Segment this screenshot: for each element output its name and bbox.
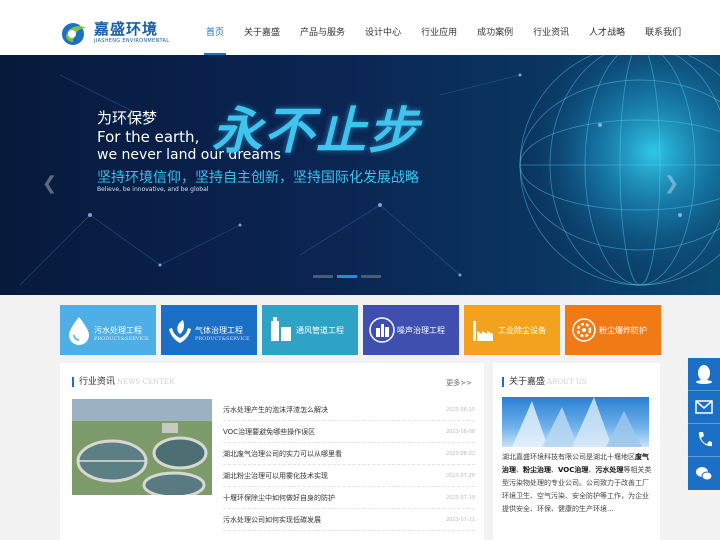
slide-indicators <box>313 275 385 278</box>
list-item[interactable]: 污水处理公司如何实现低碳发展 2023-07-11 <box>223 509 475 531</box>
service-card-wastewater[interactable]: 污水处理工程 PRODUCT&SERVICE <box>60 305 156 355</box>
nav-item-news[interactable]: 行业资讯 <box>523 0 579 55</box>
nav-item-contact[interactable]: 联系我们 <box>635 0 691 55</box>
water-drop-icon <box>69 317 89 345</box>
hero-banner[interactable]: 为环保梦 For the earth, we never land our dr… <box>0 55 720 295</box>
news-item-date: 2023-07-11 <box>445 516 475 523</box>
about-title-en: ABOUT US <box>547 378 587 386</box>
service-title: 粉尘爆炸防护 <box>599 326 647 335</box>
mail-icon[interactable] <box>688 391 720 424</box>
service-subtitle: PRODUCT&SERVICE <box>195 336 250 342</box>
news-title: 行业资讯 NEWS CENTER <box>72 377 174 387</box>
news-list: 污水处理产生的泡沫浮渣怎么解决 2023-08-15 VOC治理要避免哪些操作误区… <box>223 399 475 531</box>
nav-item-home[interactable]: 首页 <box>196 0 234 55</box>
nav-item-about[interactable]: 关于嘉盛 <box>234 0 290 55</box>
news-item-date: 2023-08-02 <box>445 450 475 457</box>
about-panel: 关于嘉盛 ABOUT US 湖北嘉盛环境科技有限公司是湖北十堰地区废气治理、粉尘治… <box>493 363 660 540</box>
logo[interactable]: 嘉盛环境 JIASHENG ENVIRONMENTAL <box>60 18 169 48</box>
banner-line-2: For the earth, <box>97 128 200 146</box>
news-item-date: 2023-08-15 <box>445 406 475 413</box>
chevron-left-icon[interactable]: ❮ <box>42 173 57 194</box>
list-item[interactable]: 湖北废气治理公司的实力可以从哪里看 2023-08-02 <box>223 443 475 465</box>
service-title: 气体治理工程 <box>195 326 243 335</box>
news-item-title[interactable]: 湖北粉尘治理可以用雾化技术实现 <box>223 471 328 481</box>
news-item-date: 2023-07-26 <box>445 472 475 479</box>
service-card-explosion[interactable]: 粉尘爆炸防护 <box>565 305 661 355</box>
logo-name-en: JIASHENG ENVIRONMENTAL <box>94 38 170 44</box>
nav-item-design[interactable]: 设计中心 <box>355 0 411 55</box>
wechat-icon[interactable] <box>688 457 720 490</box>
gear-icon <box>572 318 596 342</box>
qq-icon[interactable] <box>688 358 720 391</box>
slide-dot-2[interactable] <box>337 275 357 278</box>
news-item-title[interactable]: VOC治理要避免哪些操作误区 <box>223 427 315 437</box>
news-title-en: NEWS CENTER <box>117 378 175 386</box>
factory-icon <box>473 321 493 341</box>
duct-icon <box>271 317 291 341</box>
phone-icon[interactable] <box>688 424 720 457</box>
banner-line-1: 为环保梦 <box>97 109 158 127</box>
chevron-right-icon[interactable]: ❯ <box>664 173 679 194</box>
news-image[interactable] <box>72 399 212 495</box>
banner-subtitle: Believe, be innovative, and be global <box>97 186 209 193</box>
city-icon <box>369 317 395 343</box>
banner-slogan: 坚持环境信仰，坚持自主创新，坚持国际化发展战略 <box>97 170 419 186</box>
nav-item-industry[interactable]: 行业应用 <box>411 0 467 55</box>
service-card-duct[interactable]: 通风管道工程 <box>262 305 358 355</box>
floating-contact-bar <box>688 358 720 490</box>
nav-item-cases[interactable]: 成功案例 <box>467 0 523 55</box>
service-subtitle: PRODUCT&SERVICE <box>94 336 149 342</box>
service-title: 通风管道工程 <box>296 326 344 335</box>
service-card-dust[interactable]: 工业除尘设备 <box>464 305 560 355</box>
news-item-date: 2023-08-08 <box>445 428 475 435</box>
slide-dot-1[interactable] <box>313 275 333 278</box>
list-item[interactable]: VOC治理要避免哪些操作误区 2023-08-08 <box>223 421 475 443</box>
main-nav: 首页 关于嘉盛 产品与服务 设计中心 行业应用 成功案例 行业资讯 人才战略 联… <box>196 0 691 55</box>
list-item[interactable]: 污水处理产生的泡沫浮渣怎么解决 2023-08-15 <box>223 399 475 421</box>
news-more-link[interactable]: 更多>> <box>446 378 472 388</box>
news-item-title[interactable]: 湖北废气治理公司的实力可以从哪里看 <box>223 449 342 459</box>
about-title: 关于嘉盛 ABOUT US <box>502 377 587 387</box>
about-intro: 湖北嘉盛环境科技有限公司是湖北十堰地区废气治理、粉尘治理、VOC治理、污水处理等… <box>502 453 652 513</box>
nav-item-products[interactable]: 产品与服务 <box>290 0 355 55</box>
news-item-date: 2023-07-19 <box>445 494 475 501</box>
news-item-title[interactable]: 污水处理公司如何实现低碳发展 <box>223 515 321 525</box>
service-title: 噪声治理工程 <box>397 326 445 335</box>
service-title: 污水处理工程 <box>94 326 142 335</box>
news-item-title[interactable]: 污水处理产生的泡沫浮渣怎么解决 <box>223 405 328 415</box>
about-image[interactable] <box>502 397 649 447</box>
logo-mark-icon <box>60 18 90 48</box>
news-item-title[interactable]: 十堰环保除尘中如何做好自身的防护 <box>223 493 335 503</box>
nav-item-talent[interactable]: 人才战略 <box>579 0 635 55</box>
slide-dot-3[interactable] <box>361 275 381 278</box>
service-card-noise[interactable]: 噪声治理工程 <box>363 305 459 355</box>
service-card-gas[interactable]: 气体治理工程 PRODUCT&SERVICE <box>161 305 257 355</box>
service-title: 工业除尘设备 <box>498 326 546 335</box>
list-item[interactable]: 湖北粉尘治理可以用雾化技术实现 2023-07-26 <box>223 465 475 487</box>
site-header: 嘉盛环境 JIASHENG ENVIRONMENTAL 首页 关于嘉盛 产品与服… <box>0 0 720 55</box>
logo-name: 嘉盛环境 <box>94 20 159 38</box>
hands-leaf-icon <box>169 320 191 343</box>
banner-headline: 永不止步 <box>212 101 420 160</box>
list-item[interactable]: 十堰环保除尘中如何做好自身的防护 2023-07-19 <box>223 487 475 509</box>
news-panel: 行业资讯 NEWS CENTER 更多>> 污水处理产生的泡沫浮渣怎么解决 2023… <box>60 363 484 540</box>
